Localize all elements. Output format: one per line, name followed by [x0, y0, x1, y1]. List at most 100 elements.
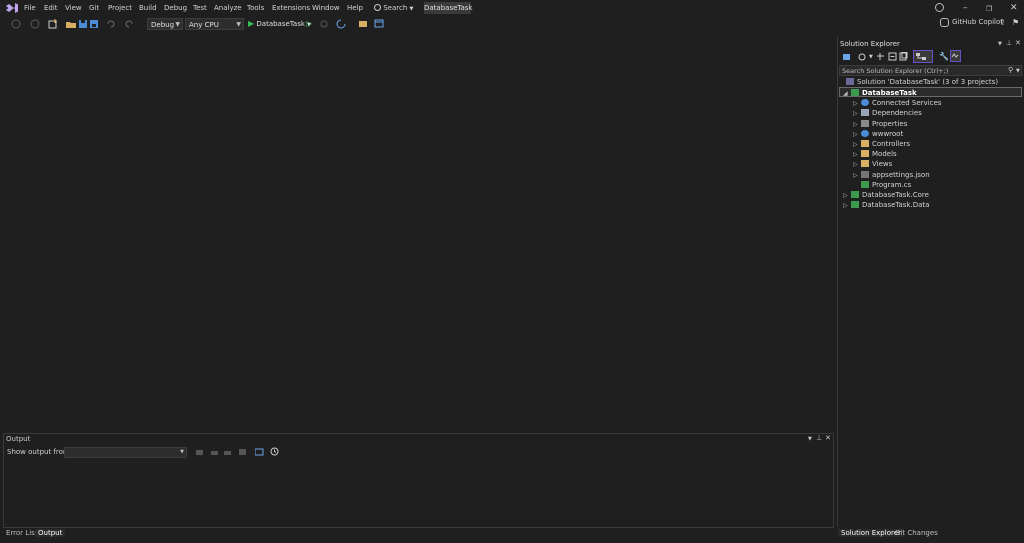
visual-studio-logo-icon[interactable] [6, 3, 18, 13]
sync-icon[interactable] [858, 52, 867, 61]
new-project-icon[interactable] [48, 19, 58, 29]
next-message-icon[interactable] [224, 448, 234, 458]
close-icon[interactable]: ✕ [825, 434, 831, 442]
tree-item-label: Dependencies [872, 109, 922, 118]
tree-item-label: Program.cs [872, 180, 912, 189]
menu-help[interactable]: Help [347, 4, 363, 12]
tree-item-label: DatabaseTask.Core [862, 191, 929, 199]
tree-item-label: appsettings.json [872, 170, 930, 179]
show-output-from-label: Show output from: [7, 448, 73, 456]
tree-item-label: Connected Services [872, 99, 942, 108]
chevron-right-icon[interactable]: ▷ [843, 201, 851, 211]
search-icon[interactable]: ⚲ [1008, 66, 1013, 74]
menu-tools[interactable]: Tools [247, 4, 264, 12]
menu-debug[interactable]: Debug [164, 4, 187, 12]
play-icon: ▶ [248, 19, 255, 28]
clear-all-icon[interactable] [239, 448, 249, 458]
chevron-down-icon: ▼ [409, 6, 414, 12]
minimize-icon[interactable]: – [963, 3, 968, 13]
csharp-project-icon [851, 89, 859, 96]
menu-file[interactable]: File [24, 4, 36, 12]
close-icon[interactable]: ✕ [1015, 39, 1021, 47]
globe-icon [861, 129, 869, 137]
search-button[interactable]: Search ▼ [374, 4, 413, 15]
menu-view[interactable]: View [65, 4, 82, 12]
tree-item-label: Properties [872, 119, 908, 128]
menu-project[interactable]: Project [108, 4, 132, 12]
pin-icon[interactable]: ⊥ [1006, 39, 1012, 47]
diagram-icon [916, 53, 926, 60]
history-icon[interactable] [876, 52, 885, 61]
menu-extensions[interactable]: Extensions [272, 4, 310, 12]
folder-icon [861, 160, 869, 168]
tree-item-label: Models [872, 150, 897, 159]
home-icon[interactable] [842, 52, 851, 61]
chevron-down-icon: ▼ [180, 449, 184, 455]
platform-value: Any CPU [189, 21, 219, 29]
copilot-icon[interactable] [940, 18, 949, 27]
output-pane-options-icon[interactable]: ▼ [808, 436, 812, 442]
layout-icon[interactable] [374, 19, 384, 29]
undo-icon[interactable] [106, 19, 116, 29]
preview-selected-items-button[interactable] [950, 50, 961, 62]
forward-icon[interactable] [30, 19, 40, 29]
folder-icon [861, 140, 869, 147]
solution-node[interactable]: Solution 'DatabaseTask' (3 of 3 projects… [846, 78, 998, 86]
tab-output[interactable]: Output [35, 529, 66, 537]
tree-item[interactable]: Program.cs [853, 180, 911, 190]
show-all-files-icon[interactable] [899, 52, 908, 61]
start-debugging-button[interactable]: ▶ DatabaseTask ▼ [248, 19, 311, 28]
search-options-chevron-icon[interactable]: ▼ [1016, 68, 1020, 74]
platform-select[interactable]: Any CPU ▼ [185, 18, 244, 30]
save-all-icon[interactable] [89, 19, 99, 29]
previous-message-icon[interactable] [211, 448, 221, 458]
menu-test[interactable]: Test [193, 4, 207, 12]
menu-window[interactable]: Window [312, 4, 340, 12]
chevron-down-icon: ▼ [236, 21, 241, 28]
word-wrap-icon[interactable] [255, 448, 265, 458]
hot-reload-icon[interactable] [336, 19, 346, 29]
menu-build[interactable]: Build [139, 4, 157, 12]
run-target-label: DatabaseTask [256, 20, 305, 28]
collapse-all-icon[interactable] [888, 52, 897, 61]
csharp-project-icon [851, 191, 859, 198]
browser-link-icon[interactable] [358, 19, 368, 29]
output-source-select[interactable]: ▼ [64, 447, 187, 458]
menu-edit[interactable]: Edit [44, 4, 58, 12]
configuration-value: Debug [151, 21, 175, 29]
solution-explorer-search-input[interactable]: Search Solution Explorer (Ctrl+;) [839, 65, 1022, 76]
properties-wrench-icon[interactable]: 🔧 [939, 52, 949, 61]
tree-item-label: DatabaseTask [862, 89, 917, 97]
menu-git[interactable]: Git [89, 4, 99, 12]
tree-item[interactable]: ▷ DatabaseTask.Data [843, 200, 929, 211]
view-toggle-button[interactable] [913, 50, 933, 63]
pin-icon[interactable]: ⊥ [816, 434, 822, 442]
start-without-debugging-icon[interactable]: ▷ [306, 19, 312, 28]
close-icon[interactable]: ✕ [1010, 3, 1018, 13]
editor-area[interactable] [0, 35, 836, 433]
chevron-down-icon[interactable]: ▼ [869, 54, 873, 60]
timestamp-icon[interactable] [270, 447, 280, 457]
menu-analyze[interactable]: Analyze [214, 4, 242, 12]
back-icon[interactable] [11, 19, 21, 29]
share-icon[interactable]: ⇪ [999, 18, 1006, 27]
save-icon[interactable] [78, 19, 88, 29]
github-copilot-button[interactable]: GitHub Copilot [952, 18, 1003, 26]
redo-icon[interactable] [124, 19, 134, 29]
configuration-select[interactable]: Debug ▼ [147, 18, 183, 30]
tab-error-list[interactable]: Error List [6, 529, 38, 537]
find-message-icon[interactable] [196, 448, 206, 458]
pane-options-icon[interactable]: ▼ [998, 41, 1002, 47]
feedback-icon[interactable]: ⚑ [1012, 18, 1019, 27]
attach-icon[interactable] [319, 19, 329, 29]
chevron-down-icon[interactable]: ◢ [843, 89, 851, 99]
dependencies-icon [861, 109, 869, 117]
restore-icon[interactable]: ❐ [986, 4, 992, 14]
open-folder-icon[interactable] [66, 19, 76, 29]
tab-git-changes[interactable]: Git Changes [895, 529, 938, 537]
chevron-down-icon: ▼ [175, 21, 180, 28]
account-icon[interactable] [935, 3, 944, 12]
output-title: Output [6, 435, 31, 443]
solution-name-badge[interactable]: DatabaseTask [424, 2, 473, 14]
tab-solution-explorer[interactable]: Solution Explorer [838, 529, 904, 537]
